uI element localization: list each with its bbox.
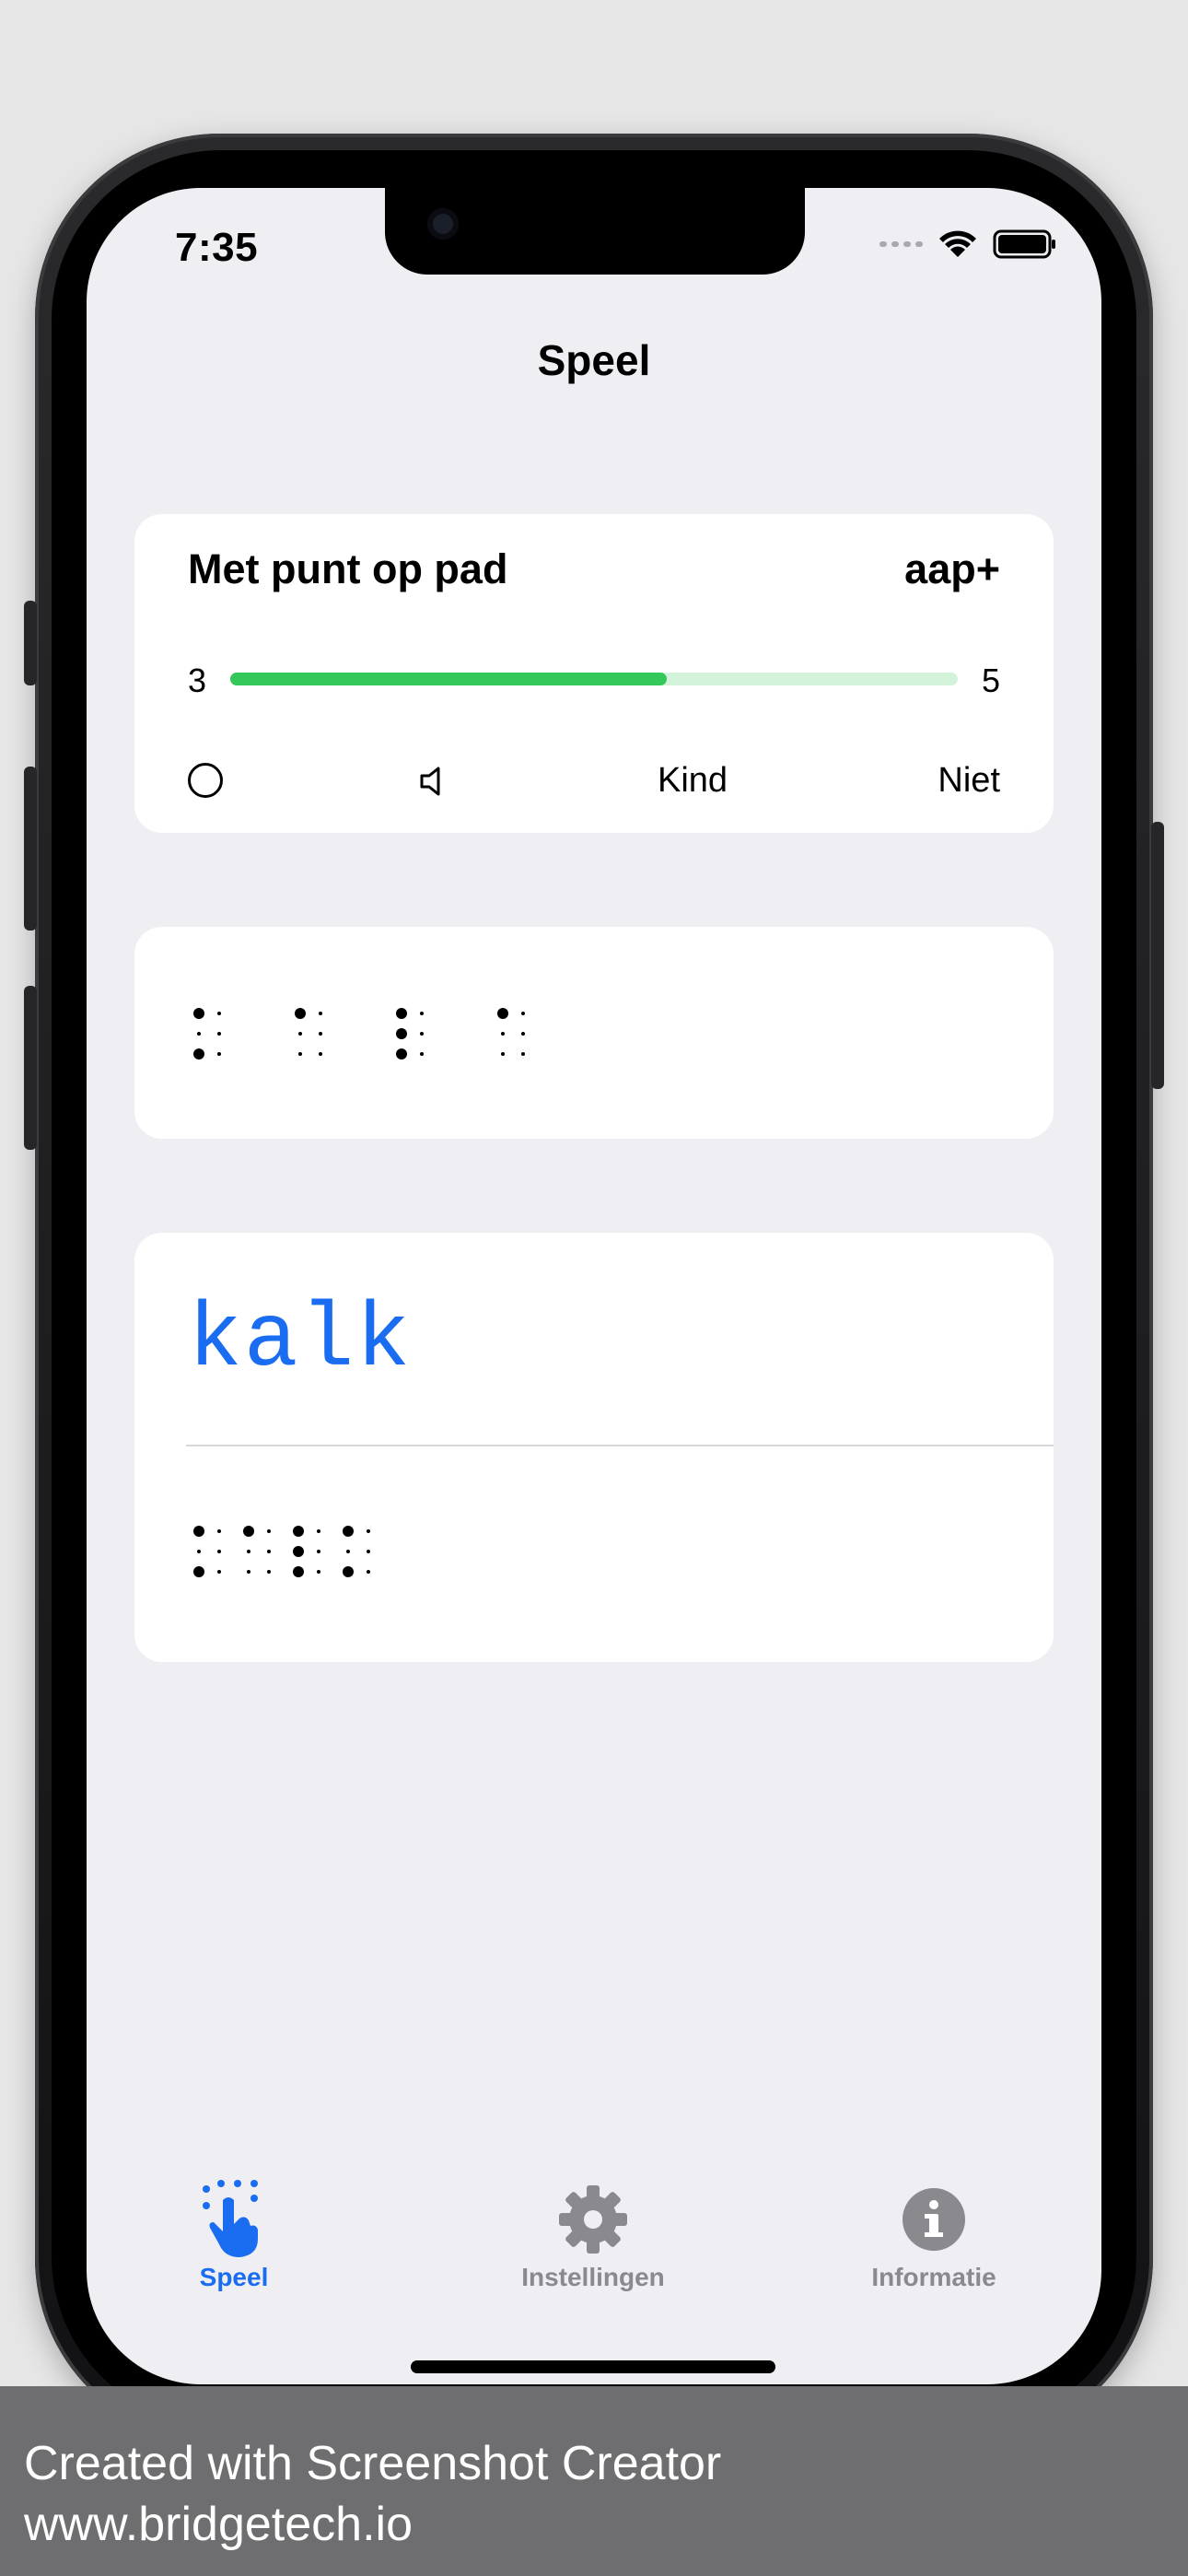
braille-dot-flat (521, 1012, 525, 1015)
status-indicators (879, 228, 1057, 260)
braille-dot-flat (346, 1550, 350, 1553)
level-label: aap+ (904, 545, 1000, 592)
answer-divider (186, 1445, 1054, 1446)
volume-up-button (24, 767, 37, 931)
braille-dot-flat (317, 1550, 320, 1553)
braille-dot-raised (396, 1008, 407, 1019)
braille-prompt-card (134, 927, 1054, 1139)
braille-dot-flat (319, 1052, 322, 1056)
wifi-icon (939, 230, 976, 257)
game-info-card: Met punt op pad aap+ 3 5 Kind Niet (134, 514, 1054, 833)
answer-word: kalk (188, 1290, 413, 1392)
braille-dot-flat (217, 1032, 221, 1036)
tab-bar: Speel Instellingen Informatie (87, 2178, 1101, 2307)
volume-down-button (24, 986, 37, 1150)
braille-dot-flat (197, 1550, 201, 1553)
tab-speel-label: Speel (199, 2263, 269, 2291)
braille-dot-flat (298, 1032, 302, 1036)
braille-prompt-row (193, 1008, 525, 1060)
braille-dot-raised (293, 1566, 304, 1577)
answer-card: kalk (134, 1233, 1054, 1662)
progress-fill (230, 673, 667, 685)
braille-dot-flat (420, 1032, 424, 1036)
tab-instellingen[interactable]: Instellingen (473, 2178, 713, 2292)
footer-line-1: Created with Screenshot Creator (24, 2437, 722, 2490)
braille-dot-flat (267, 1550, 271, 1553)
tab-informatie-label: Informatie (871, 2263, 996, 2291)
cellular-signal-icon (879, 241, 923, 247)
braille-dot-raised (293, 1526, 304, 1537)
braille-dot-flat (501, 1052, 505, 1056)
braille-dot-flat (317, 1570, 320, 1574)
tab-instellingen-label: Instellingen (521, 2263, 665, 2291)
progress-max-label: 5 (981, 662, 1000, 699)
braille-dot-raised (497, 1008, 508, 1019)
braille-dot-raised (193, 1008, 204, 1019)
power-button (1151, 822, 1164, 1089)
answer-braille-row (193, 1526, 370, 1577)
app-screen: 7:35 Speel Met punt op pad aap+ 3 5 Kind… (87, 188, 1101, 2384)
braille-dot-flat (217, 1550, 221, 1553)
braille-dot-flat (420, 1012, 424, 1015)
braille-dot-flat (267, 1529, 271, 1533)
home-indicator[interactable] (411, 2360, 775, 2373)
braille-dot-flat (317, 1529, 320, 1533)
braille-dot-raised (243, 1526, 254, 1537)
braille-dot-raised (193, 1048, 204, 1060)
kind-button[interactable]: Kind (658, 761, 728, 801)
braille-dot-raised (193, 1526, 204, 1537)
braille-dot-raised (293, 1546, 304, 1557)
braille-dot-flat (319, 1032, 322, 1036)
status-time: 7:35 (175, 225, 259, 270)
braille-dot-flat (247, 1570, 250, 1574)
braille-dot-raised (343, 1566, 354, 1577)
braille-dot-flat (319, 1012, 322, 1015)
braille-dot-flat (217, 1012, 221, 1015)
hand-tap-icon (203, 2180, 258, 2257)
braille-dot-flat (521, 1032, 525, 1036)
answer-braille-cell (243, 1526, 271, 1574)
progress-bar (230, 673, 958, 685)
answer-braille-cell (293, 1526, 320, 1577)
braille-dot-flat (267, 1570, 271, 1574)
braille-dot-flat (501, 1032, 505, 1036)
tab-speel[interactable]: Speel (114, 2178, 354, 2292)
braille-dot-flat (420, 1052, 424, 1056)
braille-dot-raised (396, 1048, 407, 1060)
battery-icon (993, 229, 1055, 259)
niet-button[interactable]: Niet (938, 761, 1000, 801)
front-camera (427, 208, 459, 240)
tab-informatie[interactable]: Informatie (814, 2178, 1054, 2292)
braille-dot-raised (396, 1028, 407, 1039)
speaker-icon[interactable] (418, 765, 446, 807)
prompt-braille-cell (193, 1008, 221, 1060)
braille-dot-flat (521, 1052, 525, 1056)
braille-dot-flat (298, 1052, 302, 1056)
braille-dot-raised (193, 1566, 204, 1577)
braille-dot-flat (367, 1570, 370, 1574)
info-icon (903, 2188, 965, 2251)
mute-switch (24, 601, 37, 685)
progress-min-label: 3 (188, 662, 207, 699)
game-title: Met punt op pad (188, 545, 508, 592)
braille-dot-flat (217, 1570, 221, 1574)
prompt-braille-cell (295, 1008, 322, 1056)
page-title: Speel (537, 336, 651, 384)
braille-dot-flat (197, 1032, 201, 1036)
circle-icon[interactable] (188, 763, 223, 798)
braille-dot-flat (367, 1529, 370, 1533)
prompt-braille-cell (497, 1008, 525, 1056)
braille-dot-raised (295, 1008, 306, 1019)
braille-dot-raised (343, 1526, 354, 1537)
gear-icon (559, 2185, 627, 2254)
prompt-braille-cell (396, 1008, 424, 1060)
answer-braille-cell (193, 1526, 221, 1577)
answer-braille-cell (343, 1526, 370, 1577)
footer-line-2: www.bridgetech.io (24, 2498, 413, 2551)
braille-dot-flat (247, 1550, 250, 1553)
game-controls: Kind Niet (188, 761, 1000, 807)
braille-dot-flat (217, 1529, 221, 1533)
braille-dot-flat (217, 1052, 221, 1056)
braille-dot-flat (367, 1550, 370, 1553)
